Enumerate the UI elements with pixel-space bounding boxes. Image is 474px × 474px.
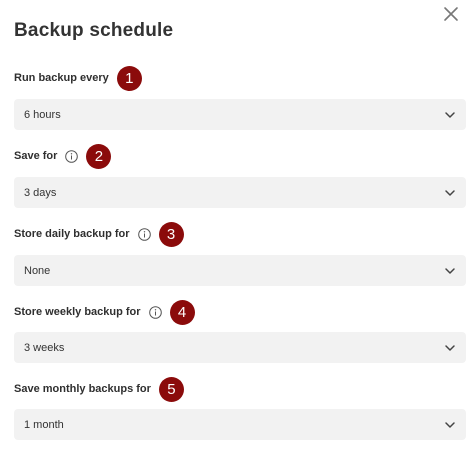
monthly-backup-select[interactable]: 1 month bbox=[14, 409, 466, 440]
monthly-backup-value: 1 month bbox=[24, 418, 64, 431]
save-for-label-row: Save for 2 bbox=[14, 143, 112, 169]
step-marker-4: 4 bbox=[169, 299, 195, 325]
chevron-down-icon bbox=[445, 111, 455, 118]
chevron-down-icon bbox=[445, 344, 455, 351]
monthly-backup-label: Save monthly backups for bbox=[14, 383, 151, 395]
daily-backup-label-row: Store daily backup for 3 bbox=[14, 221, 184, 247]
save-for-select[interactable]: 3 days bbox=[14, 177, 466, 208]
run-backup-label-row: Run backup every 1 bbox=[14, 65, 142, 91]
weekly-backup-value: 3 weeks bbox=[24, 341, 65, 354]
run-backup-value: 6 hours bbox=[24, 108, 61, 121]
save-for-label: Save for bbox=[14, 150, 58, 162]
info-icon[interactable] bbox=[65, 149, 79, 163]
run-backup-select[interactable]: 6 hours bbox=[14, 99, 466, 130]
step-marker-3: 3 bbox=[158, 221, 184, 247]
daily-backup-label: Store daily backup for bbox=[14, 228, 130, 240]
info-icon[interactable] bbox=[137, 227, 151, 241]
step-marker-1: 1 bbox=[116, 65, 142, 91]
chevron-down-icon bbox=[445, 189, 455, 196]
close-icon[interactable] bbox=[440, 3, 462, 25]
save-for-value: 3 days bbox=[24, 186, 57, 199]
weekly-backup-label-row: Store weekly backup for 4 bbox=[14, 299, 195, 325]
daily-backup-select[interactable]: None bbox=[14, 255, 466, 286]
info-icon[interactable] bbox=[148, 305, 162, 319]
daily-backup-value: None bbox=[24, 264, 51, 277]
chevron-down-icon bbox=[445, 421, 455, 428]
weekly-backup-select[interactable]: 3 weeks bbox=[14, 332, 466, 363]
weekly-backup-label: Store weekly backup for bbox=[14, 306, 141, 318]
monthly-backup-label-row: Save monthly backups for 5 bbox=[14, 376, 184, 402]
step-marker-5: 5 bbox=[158, 376, 184, 402]
backup-schedule-dialog: Backup schedule Run backup every 1 6 hou… bbox=[0, 0, 474, 474]
chevron-down-icon bbox=[445, 267, 455, 274]
run-backup-label: Run backup every bbox=[14, 72, 109, 84]
dialog-title: Backup schedule bbox=[14, 20, 174, 41]
step-marker-2: 2 bbox=[86, 143, 112, 169]
